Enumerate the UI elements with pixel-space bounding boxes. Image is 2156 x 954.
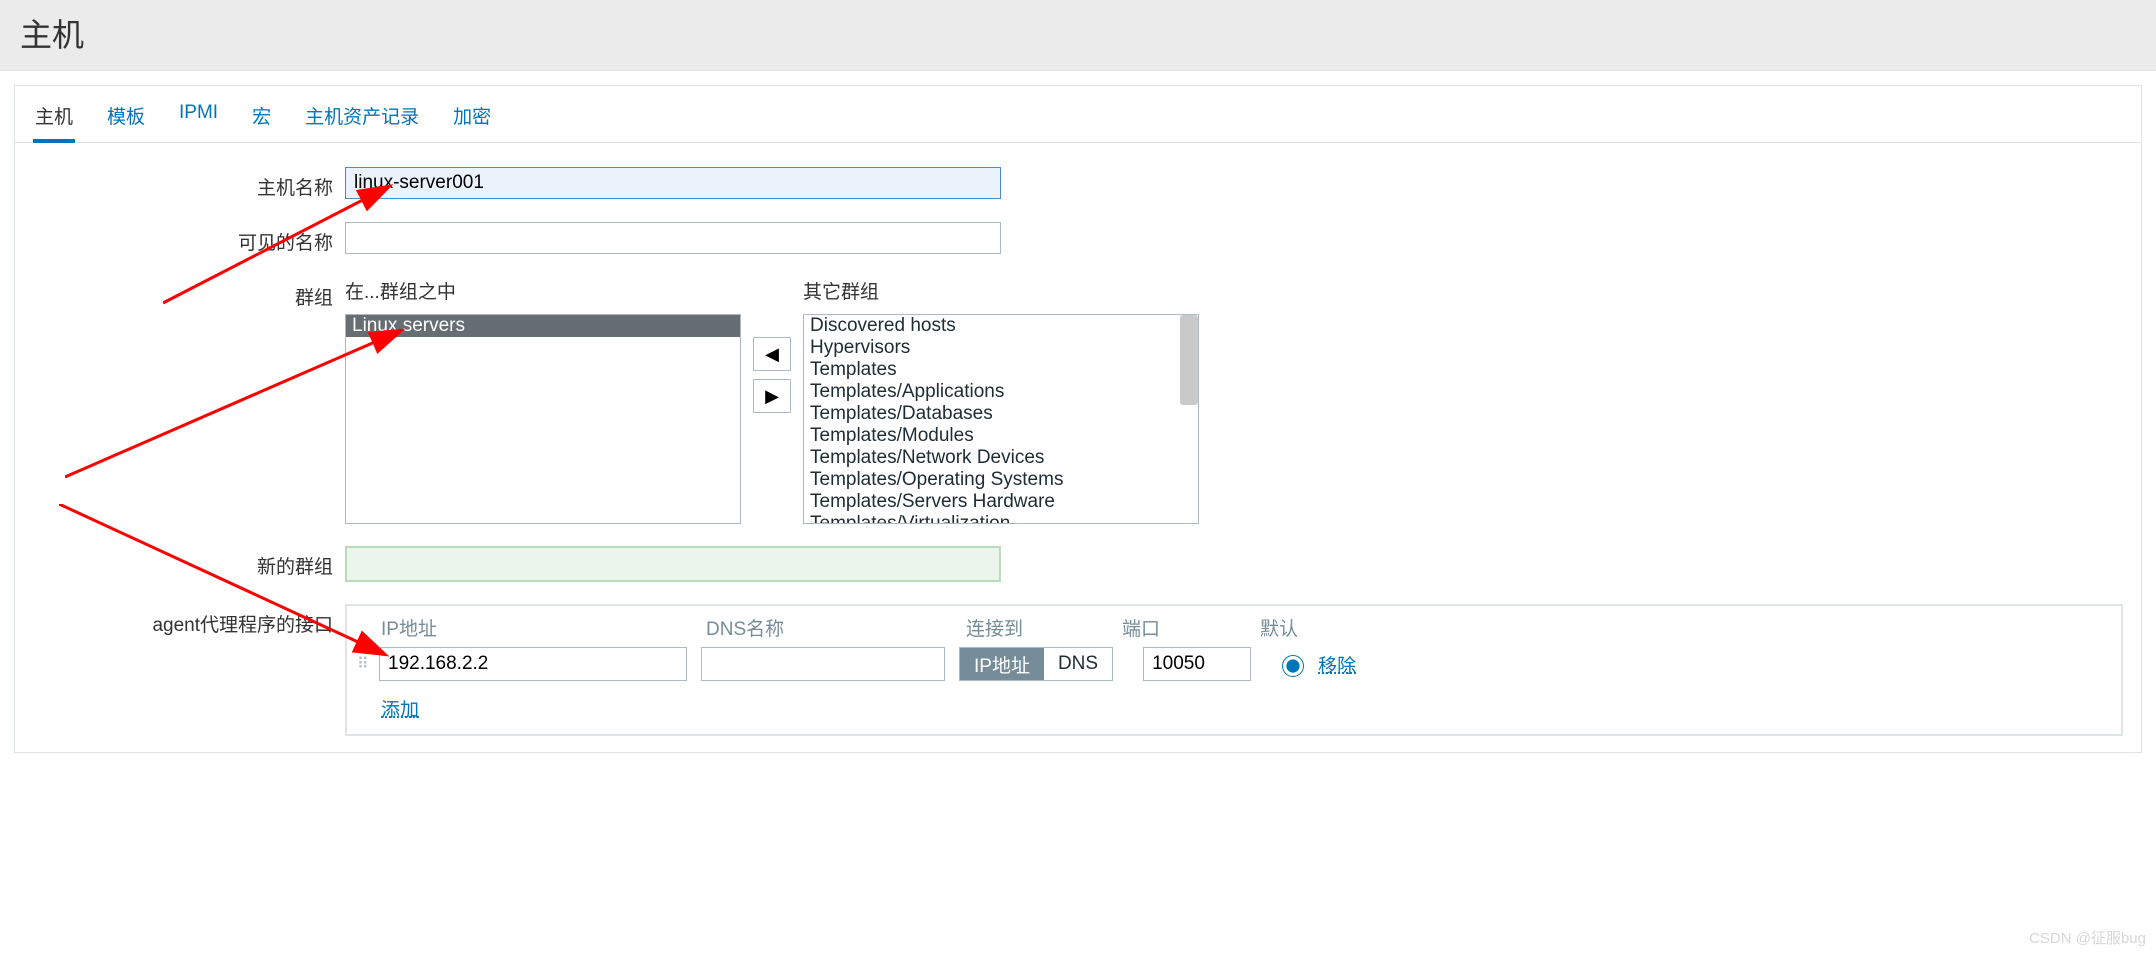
tab-templates[interactable]: 模板: [105, 96, 147, 142]
tab-encryption[interactable]: 加密: [451, 96, 493, 142]
in-groups-title: 在...群组之中: [345, 277, 741, 304]
new-group-label: 新的群组: [15, 546, 345, 579]
tab-macros[interactable]: 宏: [250, 96, 273, 142]
interfaces-header: IP地址 DNS名称 连接到 端口 默认: [347, 614, 2121, 647]
interface-port-input[interactable]: [1143, 647, 1251, 681]
row-agent-interfaces: agent代理程序的接口 IP地址 DNS名称 连接到 端口 默认 ⠿: [15, 604, 2141, 736]
agent-interfaces-label: agent代理程序的接口: [15, 604, 345, 637]
other-groups-column: 其它群组 Discovered hosts Hypervisors Templa…: [803, 277, 1199, 524]
remove-interface-link[interactable]: 移除: [1318, 651, 1356, 678]
move-right-button[interactable]: ▶: [753, 379, 791, 413]
hostname-input[interactable]: [345, 167, 1001, 199]
col-header-connect: 连接到: [966, 614, 1122, 641]
other-groups-title: 其它群组: [803, 277, 1199, 304]
row-visible-name: 可见的名称: [15, 222, 2141, 255]
tab-inventory[interactable]: 主机资产记录: [303, 96, 421, 142]
connect-dns-button[interactable]: DNS: [1044, 648, 1112, 680]
new-group-input[interactable]: [345, 546, 1001, 582]
visible-name-input[interactable]: [345, 222, 1001, 254]
interface-row: ⠿ IP地址 DNS 移除: [347, 647, 2121, 681]
list-item[interactable]: Templates/Servers Hardware: [804, 491, 1198, 513]
page-title: 主机: [20, 10, 2136, 56]
col-header-ip: IP地址: [381, 614, 706, 641]
default-interface-radio[interactable]: [1282, 655, 1304, 677]
visible-name-label: 可见的名称: [15, 222, 345, 255]
form-area: 主机名称 可见的名称 群组 在...群组之中: [15, 143, 2141, 752]
interfaces-block: IP地址 DNS名称 连接到 端口 默认 ⠿ IP地址 DNS: [345, 604, 2123, 736]
interface-ip-input[interactable]: [379, 647, 687, 681]
row-groups: 群组 在...群组之中 Linux servers ◀: [15, 277, 2141, 524]
groups-label: 群组: [15, 277, 345, 310]
content-pane: 主机 模板 IPMI 宏 主机资产记录 加密 主机名称 可见的名称: [14, 85, 2142, 753]
connect-ip-button[interactable]: IP地址: [960, 648, 1044, 680]
add-interface-link[interactable]: 添加: [381, 695, 419, 722]
move-left-button[interactable]: ◀: [753, 337, 791, 371]
tab-ipmi[interactable]: IPMI: [177, 96, 220, 142]
other-groups-listbox[interactable]: Discovered hosts Hypervisors Templates T…: [803, 314, 1199, 524]
list-item[interactable]: Templates/Applications: [804, 381, 1198, 403]
list-item[interactable]: Discovered hosts: [804, 315, 1198, 337]
watermark: CSDN @征服bug: [2029, 927, 2146, 948]
move-buttons: ◀ ▶: [753, 337, 791, 413]
list-item[interactable]: Templates/Operating Systems: [804, 469, 1198, 491]
triangle-left-icon: ◀: [765, 344, 779, 365]
tab-host[interactable]: 主机: [33, 96, 75, 143]
page-header: 主机: [0, 0, 2156, 71]
tab-bar: 主机 模板 IPMI 宏 主机资产记录 加密: [15, 86, 2141, 143]
col-header-default: 默认: [1260, 614, 1298, 641]
list-item[interactable]: Templates/Databases: [804, 403, 1198, 425]
row-hostname: 主机名称: [15, 167, 2141, 200]
list-item[interactable]: Templates: [804, 359, 1198, 381]
in-groups-listbox[interactable]: Linux servers: [345, 314, 741, 524]
in-groups-column: 在...群组之中 Linux servers: [345, 277, 741, 524]
drag-handle-icon[interactable]: ⠿: [357, 654, 379, 674]
col-header-port: 端口: [1122, 614, 1260, 641]
triangle-right-icon: ▶: [765, 386, 779, 407]
list-item[interactable]: Templates/Network Devices: [804, 447, 1198, 469]
list-item[interactable]: Linux servers: [346, 315, 740, 337]
list-item[interactable]: Hypervisors: [804, 337, 1198, 359]
connect-toggle: IP地址 DNS: [959, 647, 1113, 681]
interface-dns-input[interactable]: [701, 647, 945, 681]
hostname-label: 主机名称: [15, 167, 345, 200]
col-header-dns: DNS名称: [706, 614, 966, 641]
list-item[interactable]: Templates/Modules: [804, 425, 1198, 447]
row-new-group: 新的群组: [15, 546, 2141, 582]
scrollbar-thumb[interactable]: [1180, 315, 1198, 405]
list-item[interactable]: Templates/Virtualization: [804, 513, 1198, 524]
